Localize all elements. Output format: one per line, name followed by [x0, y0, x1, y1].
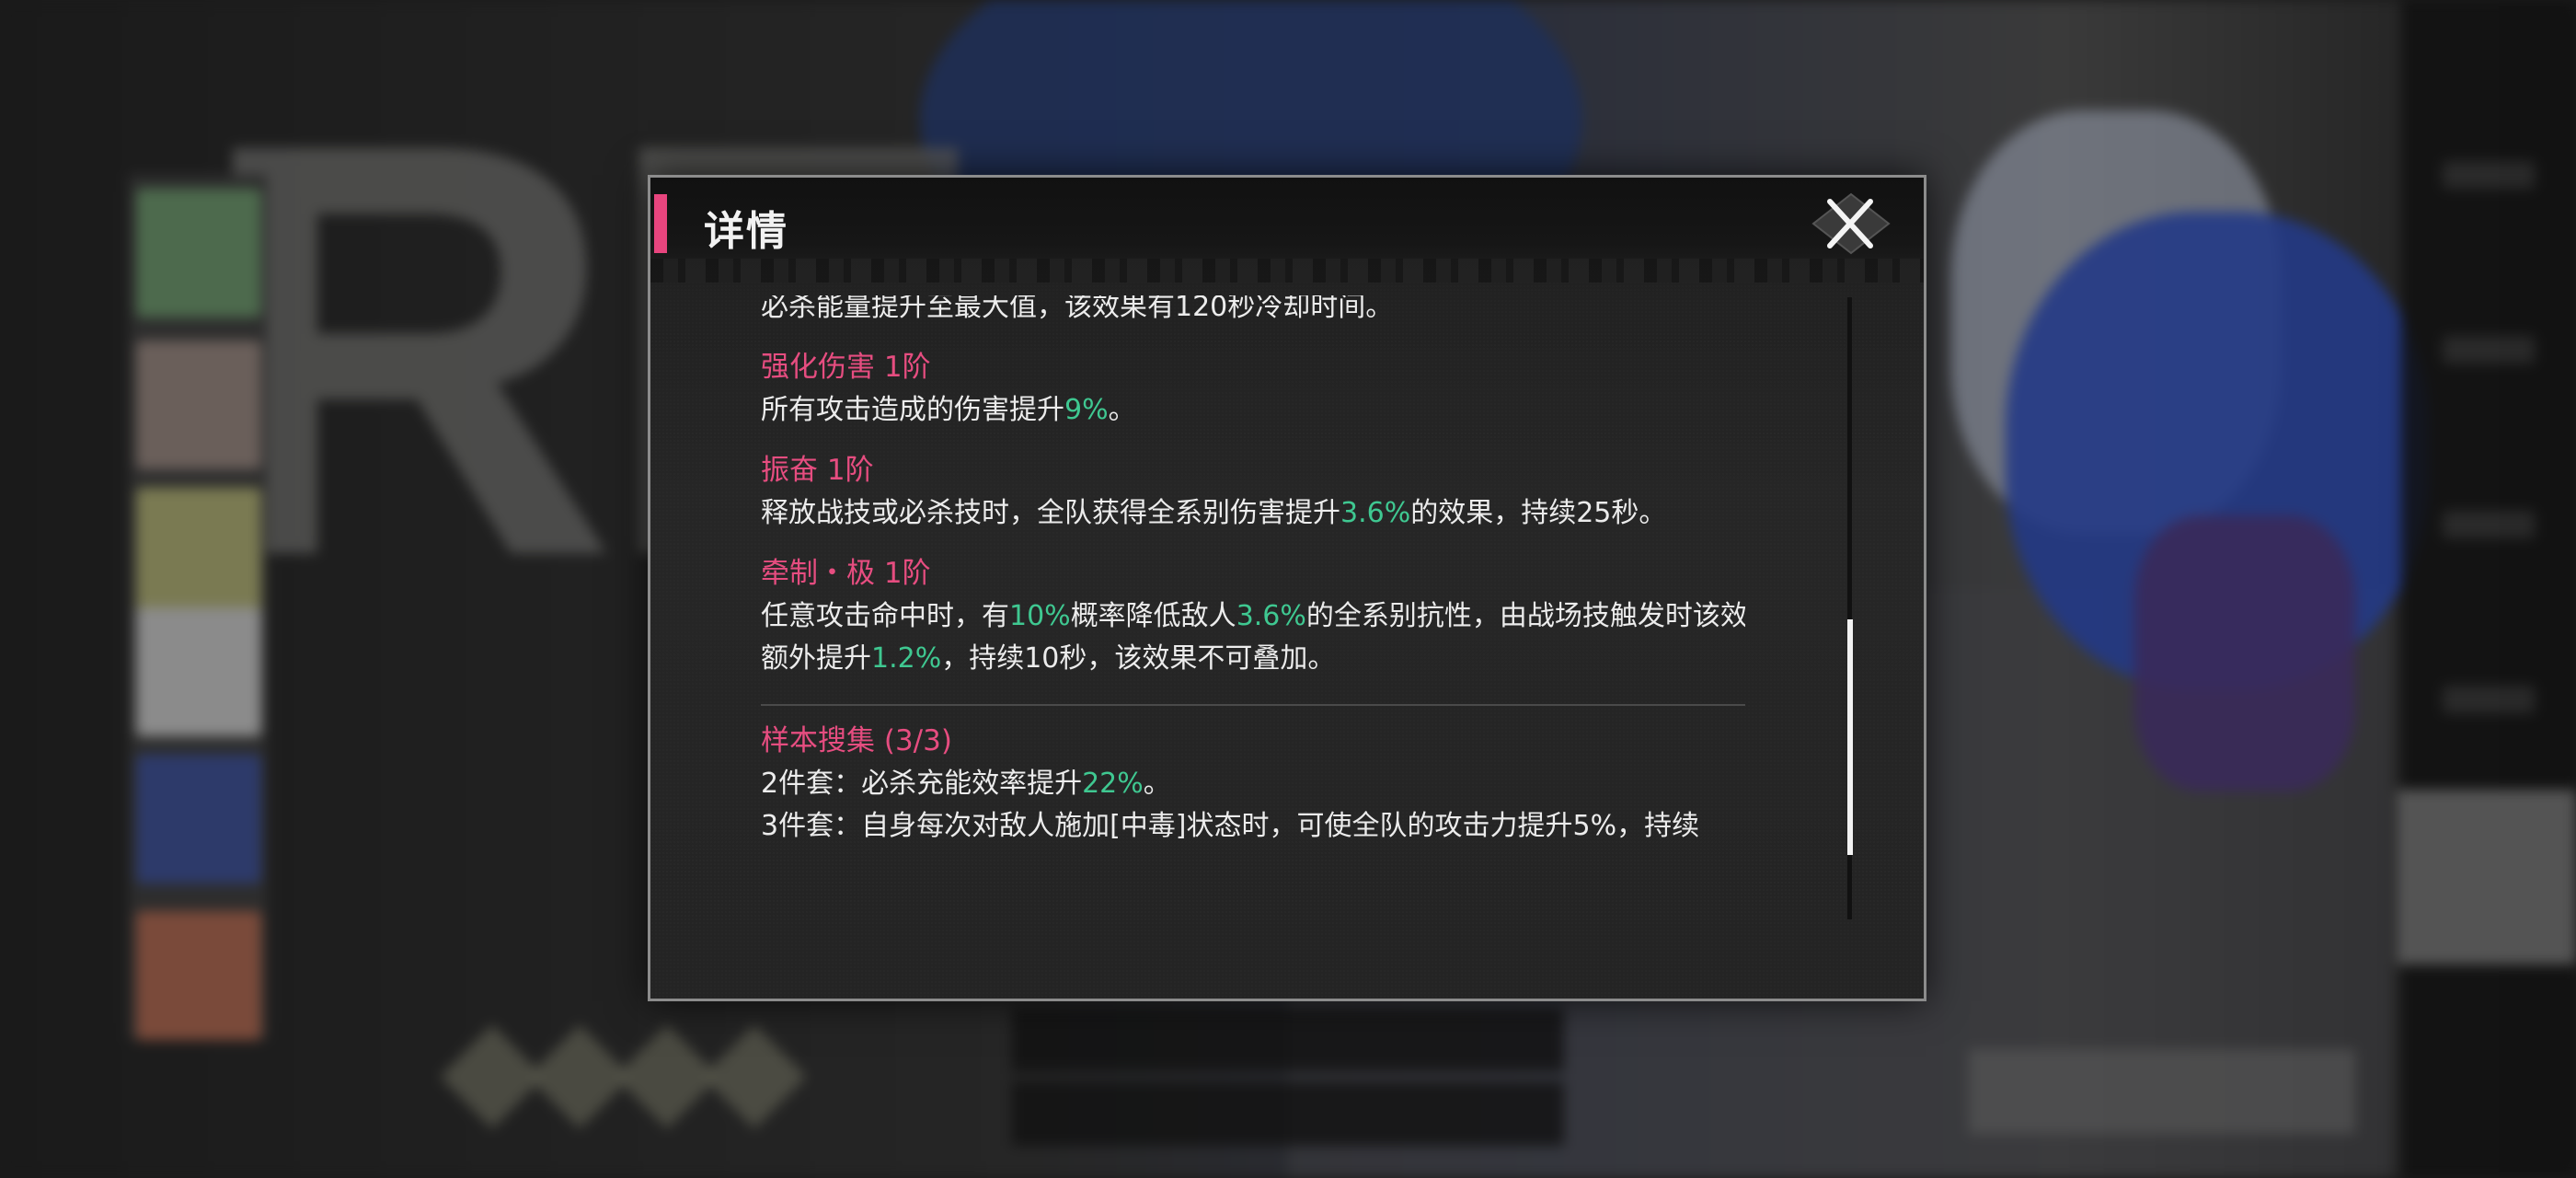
set-bonus-3pc: 3件套：自身每次对敌人施加[中毒]状态时，可使全队的攻击力提升5%，持续 — [761, 810, 1700, 842]
detail-scroll-area[interactable]: 必杀能量提升至最大值，该效果有120秒冷却时间。 强化伤害 1阶 所有攻击造成的… — [761, 295, 1745, 940]
effect-desc-continued: 必杀能量提升至最大值，该效果有120秒冷却时间。 — [761, 295, 1394, 323]
set-bonus-2pc: 2件套：必杀充能效率提升22%。 — [761, 768, 1171, 800]
set-bonus-name: 样本搜集 (3/3) — [761, 724, 952, 757]
close-icon — [1811, 192, 1891, 255]
title-accent-bar — [654, 194, 667, 253]
close-button[interactable] — [1810, 191, 1892, 257]
scrollbar-thumb[interactable] — [1847, 619, 1853, 855]
dialog-title: 详情 — [704, 208, 788, 255]
effect-desc-2: 释放战技或必杀技时，全队获得全系别伤害提升3.6%的效果，持续25秒。 — [761, 497, 1667, 529]
effect-desc-3-line2: 额外提升1.2%，持续10秒，该效果不可叠加。 — [761, 642, 1336, 675]
effect-name-3: 牵制・极 1阶 — [761, 557, 931, 590]
header-divider — [650, 259, 1924, 283]
effect-name-1: 强化伤害 1阶 — [761, 351, 931, 384]
section-divider — [761, 704, 1745, 706]
dialog-header: 详情 — [650, 178, 1924, 283]
detail-dialog: 详情 必杀能量提升至最大值，该效果有120秒冷却时间。 强化伤害 1阶 所有攻击… — [648, 175, 1926, 1001]
effect-desc-1: 所有攻击造成的伤害提升9%。 — [761, 394, 1136, 426]
effect-desc-3-line1: 任意攻击命中时，有10%概率降低敌人3.6%的全系别抗性，由战场技触发时该效果 — [761, 600, 1745, 632]
effect-name-2: 振奋 1阶 — [761, 454, 874, 487]
